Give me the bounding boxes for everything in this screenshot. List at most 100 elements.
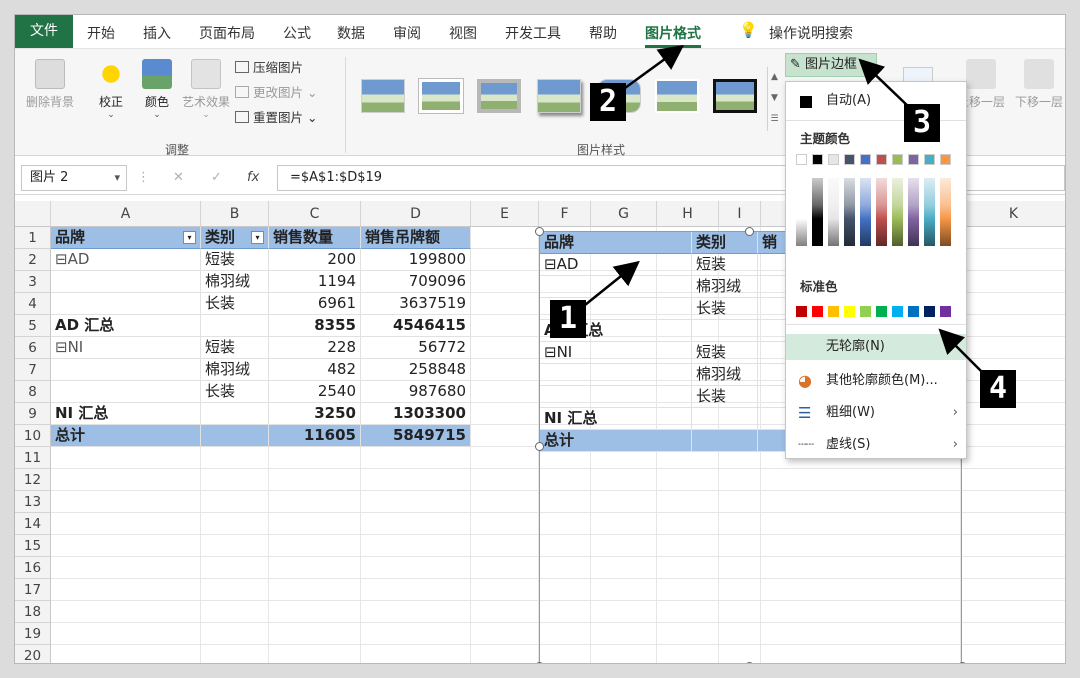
compress-pictures-button[interactable]: 压缩图片 xyxy=(235,57,303,76)
resize-handle[interactable] xyxy=(535,442,544,451)
standard-color-swatch[interactable] xyxy=(812,306,823,317)
menu-item-more-outline-colors[interactable]: ◕ 其他轮廓颜色(M)... xyxy=(786,368,966,394)
theme-color-column[interactable] xyxy=(876,178,887,246)
pivot-header-cell[interactable]: 品牌 ▾ xyxy=(51,227,201,249)
gallery-more-icon[interactable]: ☰ xyxy=(768,109,781,130)
pivot-cell[interactable]: 258848 xyxy=(361,359,471,381)
insert-function-icon[interactable]: fx xyxy=(247,170,259,185)
tab-developer[interactable]: 开发工具 xyxy=(505,23,561,43)
pivot-cell[interactable]: 1303300 xyxy=(361,403,471,425)
pivot-cell[interactable]: 199800 xyxy=(361,249,471,271)
row-header[interactable]: 15 xyxy=(15,535,51,557)
row-header[interactable]: 13 xyxy=(15,491,51,513)
pivot-cell[interactable]: 棉羽绒 xyxy=(201,359,269,381)
change-picture-button[interactable]: 更改图片 ⌄ xyxy=(235,82,317,101)
theme-color-column[interactable] xyxy=(828,178,839,246)
theme-color-swatch[interactable] xyxy=(876,154,887,165)
tab-home[interactable]: 开始 xyxy=(87,23,115,43)
standard-color-swatch[interactable] xyxy=(940,306,951,317)
pivot-cell[interactable]: 11605 xyxy=(269,425,361,447)
theme-color-column[interactable] xyxy=(908,178,919,246)
resize-handle[interactable] xyxy=(745,662,754,663)
standard-color-swatch[interactable] xyxy=(908,306,919,317)
row-header[interactable]: 4 xyxy=(15,293,51,315)
theme-color-swatch[interactable] xyxy=(828,154,839,165)
artistic-effects-button[interactable]: 艺术效果 ⌄ xyxy=(179,59,233,120)
gallery-up-icon[interactable]: ▲ xyxy=(768,67,781,88)
filter-dropdown-icon[interactable]: ▾ xyxy=(251,231,264,244)
theme-color-column[interactable] xyxy=(924,178,935,246)
pivot-cell[interactable] xyxy=(201,403,269,425)
column-header[interactable]: E xyxy=(471,201,539,227)
pivot-cell[interactable]: 5849715 xyxy=(361,425,471,447)
theme-color-swatch[interactable] xyxy=(924,154,935,165)
column-header[interactable]: C xyxy=(269,201,361,227)
column-header[interactable]: F xyxy=(539,201,591,227)
row-header[interactable]: 3 xyxy=(15,271,51,293)
column-header[interactable]: D xyxy=(361,201,471,227)
pivot-cell[interactable]: 482 xyxy=(269,359,361,381)
theme-color-column[interactable] xyxy=(796,178,807,246)
theme-color-column[interactable] xyxy=(844,178,855,246)
style-thumb-7-selected[interactable] xyxy=(713,79,757,113)
tab-page-layout[interactable]: 页面布局 xyxy=(199,23,255,43)
column-header[interactable]: G xyxy=(591,201,657,227)
row-header[interactable]: 9 xyxy=(15,403,51,425)
tab-file[interactable]: 文件 xyxy=(15,15,73,48)
pivot-cell[interactable]: 6961 xyxy=(269,293,361,315)
tab-help[interactable]: 帮助 xyxy=(589,23,617,43)
theme-color-swatch[interactable] xyxy=(796,154,807,165)
style-thumb-4[interactable] xyxy=(537,79,581,113)
cancel-icon[interactable]: ✕ xyxy=(173,170,184,185)
pivot-cell[interactable]: 56772 xyxy=(361,337,471,359)
style-thumb-3[interactable] xyxy=(477,79,521,113)
column-header[interactable]: H xyxy=(657,201,719,227)
reset-picture-button[interactable]: 重置图片 ⌄ xyxy=(235,107,317,126)
resize-handle[interactable] xyxy=(745,227,754,236)
column-header[interactable]: A xyxy=(51,201,201,227)
pivot-cell[interactable]: 棉羽绒 xyxy=(201,271,269,293)
column-header[interactable]: I xyxy=(719,201,761,227)
row-header[interactable]: 2 xyxy=(15,249,51,271)
filter-dropdown-icon[interactable]: ▾ xyxy=(183,231,196,244)
pivot-cell[interactable]: 短装 xyxy=(201,337,269,359)
pivot-cell[interactable] xyxy=(51,381,201,403)
menu-item-dashes[interactable]: ┄┄ 虚线(S) › xyxy=(786,432,966,458)
tell-me-search[interactable]: 操作说明搜索 xyxy=(769,23,853,43)
theme-color-swatch[interactable] xyxy=(812,154,823,165)
tab-view[interactable]: 视图 xyxy=(449,23,477,43)
style-thumb-6[interactable] xyxy=(655,79,699,113)
pivot-cell[interactable]: 3250 xyxy=(269,403,361,425)
theme-color-swatch[interactable] xyxy=(908,154,919,165)
pivot-cell[interactable] xyxy=(201,425,269,447)
row-header[interactable]: 17 xyxy=(15,579,51,601)
tab-formulas[interactable]: 公式 xyxy=(283,23,311,43)
bring-forward-button[interactable]: 下移一层 xyxy=(1011,59,1065,110)
pivot-cell[interactable]: 短装 xyxy=(201,249,269,271)
pivot-cell[interactable]: 987680 xyxy=(361,381,471,403)
pivot-cell[interactable]: 2540 xyxy=(269,381,361,403)
standard-color-swatch[interactable] xyxy=(876,306,887,317)
standard-color-swatch[interactable] xyxy=(860,306,871,317)
tab-insert[interactable]: 插入 xyxy=(143,23,171,43)
column-header[interactable]: K xyxy=(961,201,1065,227)
theme-color-column[interactable] xyxy=(892,178,903,246)
pivot-cell[interactable] xyxy=(51,271,201,293)
picture-border-button[interactable]: ✎ 图片边框 xyxy=(785,53,877,77)
tab-picture-format[interactable]: 图片格式 xyxy=(645,23,701,48)
standard-color-swatch[interactable] xyxy=(828,306,839,317)
style-thumb-2[interactable] xyxy=(419,79,463,113)
menu-item-weight[interactable]: ☰ 粗细(W) › xyxy=(786,400,966,426)
color-button[interactable]: 颜色 ⌄ xyxy=(137,59,177,120)
standard-color-swatch[interactable] xyxy=(892,306,903,317)
pivot-cell[interactable]: 709096 xyxy=(361,271,471,293)
gallery-down-icon[interactable]: ▼ xyxy=(768,88,781,109)
tab-data[interactable]: 数据 xyxy=(337,23,365,43)
row-header[interactable]: 12 xyxy=(15,469,51,491)
pivot-cell[interactable]: 1194 xyxy=(269,271,361,293)
theme-color-swatch[interactable] xyxy=(844,154,855,165)
theme-color-swatch[interactable] xyxy=(860,154,871,165)
resize-handle[interactable] xyxy=(535,662,544,663)
theme-color-column[interactable] xyxy=(812,178,823,246)
row-header[interactable]: 8 xyxy=(15,381,51,403)
